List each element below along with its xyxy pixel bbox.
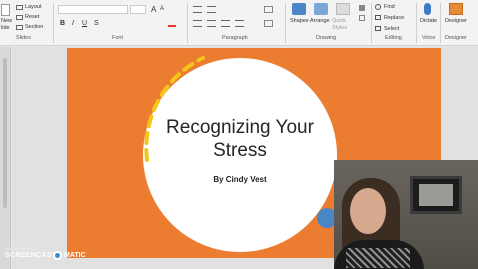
section-icon — [16, 25, 23, 30]
slide-thumbnail-pane[interactable] — [0, 47, 11, 269]
divider — [371, 3, 372, 43]
quick-styles-icon[interactable] — [336, 3, 350, 15]
microphone-icon[interactable] — [424, 3, 431, 15]
font-group-label: Font — [112, 35, 124, 41]
font-name-dropdown[interactable] — [58, 5, 128, 14]
replace-button[interactable]: Replace — [384, 15, 404, 21]
new-slide-button[interactable]: New — [1, 18, 12, 24]
watermark-brand-suffix: MATIC — [64, 252, 86, 259]
select-button[interactable]: Select — [384, 26, 399, 32]
voice-group-label: Voice — [422, 35, 436, 41]
divider — [187, 3, 188, 43]
designer-icon[interactable] — [449, 3, 463, 15]
presenter-clothing-pattern — [346, 248, 410, 268]
find-icon — [375, 4, 381, 10]
italic-button[interactable]: I — [72, 20, 74, 27]
align-left-icon[interactable] — [193, 20, 202, 27]
increase-font-button[interactable]: A — [151, 5, 156, 14]
slide-title[interactable]: Recognizing Your Stress — [137, 116, 343, 162]
numbering-icon[interactable] — [207, 6, 216, 13]
picture-frame-photo — [419, 184, 453, 206]
divider — [53, 3, 54, 43]
designer-group-label: Designer — [445, 35, 468, 41]
reset-icon — [16, 15, 23, 20]
divider — [285, 3, 286, 43]
dictate-button[interactable]: Dictate — [420, 18, 437, 24]
arrange-icon[interactable] — [314, 3, 328, 15]
layout-icon — [16, 5, 23, 10]
slides-group-label: Slides — [16, 35, 31, 41]
new-slide-button-label[interactable]: lide — [1, 25, 10, 31]
reset-button[interactable]: Reset — [25, 14, 39, 20]
font-color-icon[interactable] — [168, 19, 176, 27]
new-slide-icon[interactable] — [1, 4, 10, 16]
bullets-icon[interactable] — [193, 6, 202, 13]
picture-frame — [410, 176, 462, 214]
drawing-group-label: Drawing — [316, 35, 337, 41]
align-text-icon[interactable] — [264, 20, 273, 27]
align-right-icon[interactable] — [221, 20, 230, 27]
shapes-icon[interactable] — [292, 3, 306, 15]
decrease-font-button[interactable]: A — [160, 6, 164, 12]
watermark-brand: SCREENCAST — [5, 252, 57, 259]
shapes-button[interactable]: Shapes — [290, 18, 309, 24]
editing-group-label: Editing — [385, 35, 402, 41]
presenter-face — [350, 188, 386, 234]
align-center-icon[interactable] — [207, 20, 216, 27]
shape-fill-icon[interactable] — [359, 5, 365, 11]
watermark-logo-icon — [53, 251, 62, 260]
pane-scrollbar[interactable] — [3, 58, 7, 208]
webcam-overlay — [334, 160, 478, 269]
ribbon: New lide Layout Reset Section Slides A A… — [0, 0, 478, 46]
shape-outline-icon[interactable] — [359, 15, 365, 21]
arrange-button[interactable]: Arrange — [310, 18, 330, 24]
quick-styles-button[interactable]: Quick Styles — [332, 18, 352, 32]
select-icon — [375, 26, 381, 31]
slide-subtitle[interactable]: By Cindy Vest — [137, 175, 343, 184]
replace-icon — [375, 15, 381, 20]
divider — [416, 3, 417, 43]
underline-button[interactable]: U — [82, 20, 87, 27]
divider — [440, 3, 441, 43]
designer-button[interactable]: Designer — [445, 18, 467, 24]
font-size-dropdown[interactable] — [130, 5, 146, 14]
bold-button[interactable]: B — [60, 20, 65, 27]
layout-button[interactable]: Layout — [25, 4, 42, 10]
strikethrough-button[interactable]: S — [94, 20, 99, 27]
find-button[interactable]: Find — [384, 4, 395, 10]
justify-icon[interactable] — [235, 20, 244, 27]
section-button[interactable]: Section — [25, 24, 43, 30]
text-direction-icon[interactable] — [264, 6, 273, 13]
watermark-recorded-with: RECORDED WITH — [5, 246, 40, 251]
paragraph-group-label: Paragraph — [222, 35, 248, 41]
